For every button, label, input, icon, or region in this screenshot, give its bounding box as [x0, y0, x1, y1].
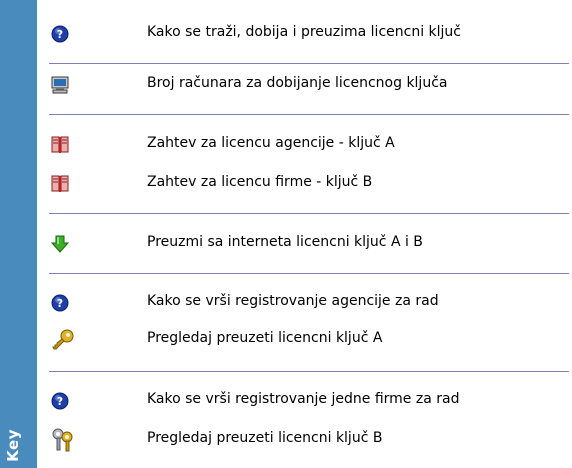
menu-item-label: Zahtev za licencu firme - ključ B [147, 174, 373, 190]
separator [49, 114, 569, 115]
separator [49, 213, 569, 214]
svg-text:?: ? [57, 28, 63, 41]
keys-icon [51, 428, 75, 452]
menu-item-view-key-a[interactable]: Pregledaj preuzeti licencni ključ A [37, 322, 572, 358]
menu-item-agency-registration-help[interactable]: ? Kako se vrši registrovanje agencije za… [37, 285, 572, 321]
menu-item-label: Pregledaj preuzeti licencni ključ B [147, 430, 383, 446]
menu-item-label: Kako se vrši registrovanje agencije za r… [147, 293, 439, 309]
svg-text:?: ? [57, 395, 63, 408]
menu-item-label: Preuzmi sa interneta licencni ključ A i … [147, 234, 423, 250]
computer-icon [51, 76, 69, 94]
menu-item-firm-registration-help[interactable]: ? Kako se vrši registrovanje jedne firme… [37, 383, 572, 419]
menu-item-firm-license-request[interactable]: Zahtev za licencu firme - ključ B [37, 166, 572, 202]
help-icon: ? [51, 392, 69, 410]
menu-item-label: Zahtev za licencu agencije - ključ A [147, 135, 395, 151]
book-icon [51, 175, 69, 193]
help-icon: ? [51, 294, 69, 312]
menu-item-license-how-to[interactable]: ? Kako se traži, dobija i preuzima licen… [37, 16, 572, 52]
menu-item-label: Kako se traži, dobija i preuzima licencn… [147, 24, 462, 40]
menu-item-computer-count[interactable]: Broj računara za dobijanje licencnog klj… [37, 67, 572, 103]
license-menu: ? Kako se traži, dobija i preuzima licen… [37, 0, 572, 468]
svg-text:?: ? [57, 297, 63, 310]
sidebar-title: Key [4, 429, 22, 462]
menu-item-agency-license-request[interactable]: Zahtev za licencu agencije - ključ A [37, 127, 572, 163]
menu-item-download-license[interactable]: Preuzmi sa interneta licencni ključ A i … [37, 226, 572, 262]
menu-item-label: Kako se vrši registrovanje jedne firme z… [147, 391, 460, 407]
download-arrow-icon [50, 235, 70, 253]
menu-item-view-key-b[interactable]: Pregledaj preuzeti licencni ključ B [37, 422, 572, 458]
help-icon: ? [51, 25, 69, 43]
separator [49, 273, 569, 274]
key-sidebar: Key [0, 0, 37, 468]
separator [49, 63, 569, 64]
menu-item-label: Pregledaj preuzeti licencni ključ A [147, 330, 383, 346]
key-icon [51, 328, 75, 352]
separator [49, 371, 569, 372]
book-icon [51, 136, 69, 154]
menu-item-label: Broj računara za dobijanje licencnog klj… [147, 75, 448, 91]
